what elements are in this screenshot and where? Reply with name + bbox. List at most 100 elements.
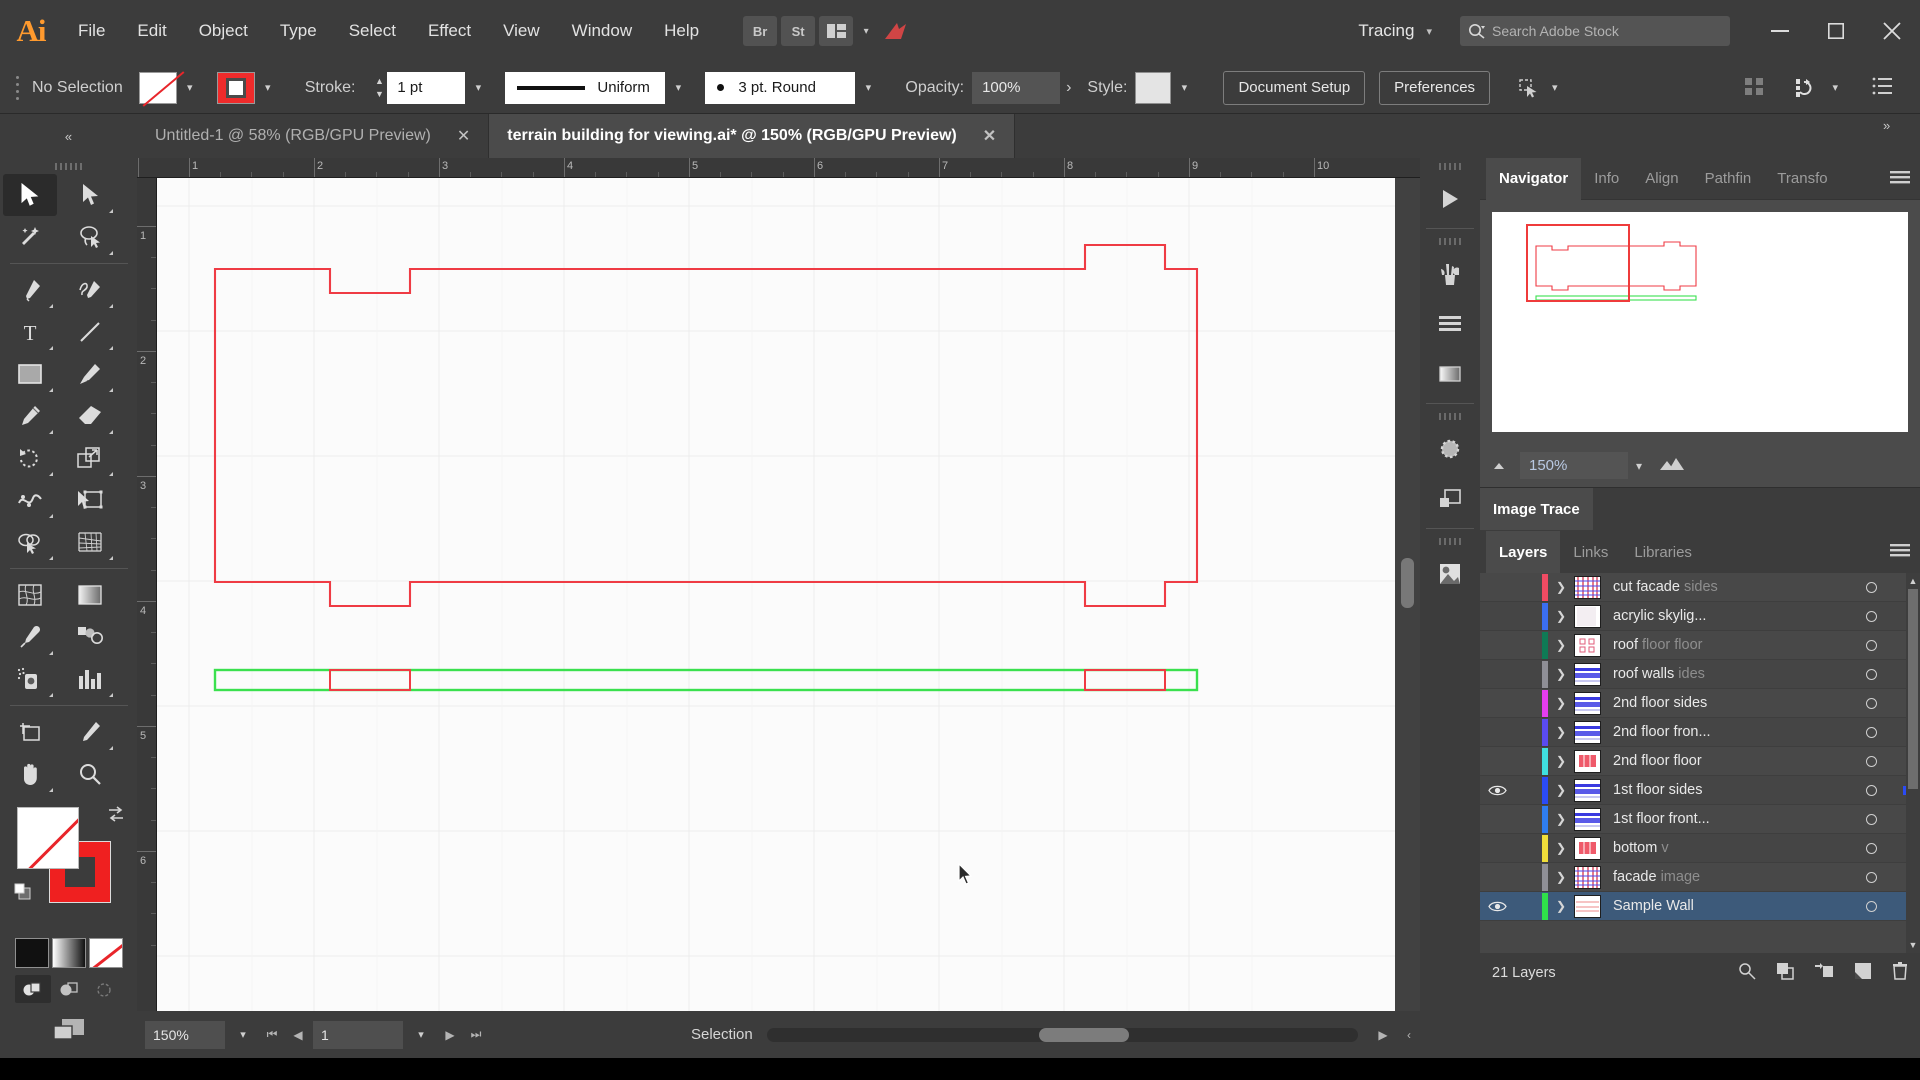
canvas-horizontal-scrollbar[interactable] xyxy=(766,1027,1358,1042)
vertical-ruler[interactable]: 1 2 3 4 5 6 xyxy=(137,178,157,1011)
artboard-number-input[interactable]: 1 xyxy=(313,1020,403,1049)
workspace-switcher[interactable]: Tracing ▾ xyxy=(1344,0,1446,62)
layer-row[interactable]: ❯ 2nd floor fron... xyxy=(1480,718,1920,747)
navigator-thumbnail[interactable] xyxy=(1492,212,1908,432)
align-objects-icon[interactable] xyxy=(1744,76,1766,100)
layer-name-label[interactable]: Sample Wall xyxy=(1601,898,1848,914)
create-new-layer-icon[interactable] xyxy=(1854,962,1872,984)
tab-libraries[interactable]: Libraries xyxy=(1621,531,1705,573)
gradient-tool[interactable] xyxy=(63,574,117,616)
menu-help[interactable]: Help xyxy=(648,0,715,62)
menu-select[interactable]: Select xyxy=(333,0,412,62)
menu-object[interactable]: Object xyxy=(183,0,264,62)
select-similar-objects-icon[interactable] xyxy=(1512,73,1546,103)
layer-target-circle-icon[interactable] xyxy=(1848,581,1894,593)
document-tab-terrain-building[interactable]: terrain building for viewing.ai* @ 150% … xyxy=(489,114,1016,158)
free-transform-tool[interactable] xyxy=(63,479,117,521)
default-fill-stroke-icon[interactable] xyxy=(14,883,34,907)
wall-notch-rect-right[interactable] xyxy=(1084,669,1166,691)
control-bar-menu-icon[interactable] xyxy=(1872,77,1894,99)
stroke-weight-chevron-down-icon[interactable]: ▾ xyxy=(465,72,491,104)
rectangle-tool[interactable] xyxy=(3,353,57,395)
stroke-chevron-down-icon[interactable]: ▾ xyxy=(255,72,281,104)
hand-tool[interactable] xyxy=(3,753,57,795)
first-artboard-button[interactable]: ⏮ xyxy=(261,1021,283,1049)
layer-expand-chevron-icon[interactable]: ❯ xyxy=(1548,580,1574,594)
layer-expand-chevron-icon[interactable]: ❯ xyxy=(1548,841,1574,855)
brush-definition-select[interactable]: 3 pt. Round xyxy=(705,71,856,104)
lasso-tool[interactable] xyxy=(63,216,117,258)
color-button-icon[interactable] xyxy=(14,938,49,968)
rotate-tool[interactable] xyxy=(3,437,57,479)
navigator-zoom-input[interactable]: 150% xyxy=(1520,452,1628,479)
layer-name-label[interactable]: bottom v xyxy=(1601,840,1848,856)
layer-row[interactable]: ❯ acrylic skylig... xyxy=(1480,602,1920,631)
layer-name-label[interactable]: acrylic skylig... xyxy=(1601,608,1848,624)
layer-name-label[interactable]: 2nd floor floor xyxy=(1601,753,1848,769)
fill-chevron-down-icon[interactable]: ▾ xyxy=(177,72,203,104)
wall-notch-rect-left[interactable] xyxy=(329,669,411,691)
layer-name-label[interactable]: cut facade sides xyxy=(1601,579,1848,595)
layer-name-label[interactable]: facade image xyxy=(1601,869,1848,885)
layer-target-circle-icon[interactable] xyxy=(1848,697,1894,709)
menu-view[interactable]: View xyxy=(487,0,556,62)
last-artboard-button[interactable]: ⏭ xyxy=(465,1021,487,1049)
opacity-options-icon[interactable]: › xyxy=(1060,79,1077,97)
layer-row[interactable]: ❯ 1st floor front... xyxy=(1480,805,1920,834)
none-button-icon[interactable] xyxy=(88,938,123,968)
layer-row[interactable]: ❯ 2nd floor floor xyxy=(1480,747,1920,776)
layers-scrollbar[interactable]: ▲ ▼ xyxy=(1906,573,1920,953)
horizontal-ruler[interactable]: 1 2 3 4 5 6 7 8 9 10 xyxy=(137,158,1420,178)
artwork-vector-drawing[interactable] xyxy=(157,178,1395,1011)
layer-expand-chevron-icon[interactable]: ❯ xyxy=(1548,638,1574,652)
shape-builder-tool[interactable] xyxy=(3,521,57,563)
zoom-in-mountain-icon[interactable] xyxy=(1658,455,1686,477)
paragraph-panel-icon[interactable] xyxy=(1420,299,1480,349)
pen-tool[interactable] xyxy=(3,269,57,311)
collapse-right-chevron-icon[interactable]: » xyxy=(1883,118,1890,133)
layer-expand-chevron-icon[interactable]: ❯ xyxy=(1548,754,1574,768)
zoom-level-input[interactable]: 150% xyxy=(145,1020,225,1049)
control-bar-grip[interactable] xyxy=(12,75,22,101)
arrange-documents-icon[interactable] xyxy=(819,16,854,46)
canvas-vertical-scrollbar[interactable] xyxy=(1395,178,1420,1011)
make-clipping-mask-icon[interactable] xyxy=(1776,962,1794,984)
appearance-panel-icon[interactable] xyxy=(1420,424,1480,474)
close-button[interactable] xyxy=(1864,0,1920,62)
building-outline-path[interactable] xyxy=(213,243,1199,608)
layer-row[interactable]: ❯ 1st floor sides xyxy=(1480,776,1920,805)
tab-transform[interactable]: Transfo xyxy=(1764,158,1840,200)
close-icon[interactable]: ✕ xyxy=(457,126,470,146)
stroke-color-swatch[interactable] xyxy=(216,71,255,104)
tab-layers[interactable]: Layers xyxy=(1486,531,1561,573)
layers-list[interactable]: ❯ cut facade sides ❯ acrylic skylig... ❯ roof… xyxy=(1480,573,1920,953)
scale-tool[interactable] xyxy=(63,437,117,479)
eyedropper-tool[interactable] xyxy=(3,616,57,658)
menu-edit[interactable]: Edit xyxy=(121,0,182,62)
layer-name-label[interactable]: 2nd floor fron... xyxy=(1601,724,1848,740)
layer-target-circle-icon[interactable] xyxy=(1848,610,1894,622)
column-graph-tool[interactable] xyxy=(63,658,117,700)
artboard-chevron-down-icon[interactable]: ▾ xyxy=(407,1021,435,1049)
maximize-button[interactable] xyxy=(1808,0,1864,62)
locate-object-icon[interactable] xyxy=(1738,962,1756,984)
layer-visibility-eye-icon[interactable] xyxy=(1480,784,1514,797)
layer-name-label[interactable]: roof walls ides xyxy=(1601,666,1848,682)
draw-behind-icon[interactable] xyxy=(51,975,87,1003)
zoom-out-mountain-icon[interactable] xyxy=(1490,456,1512,476)
adobe-stock-bird-icon[interactable] xyxy=(879,16,913,46)
rail-grip[interactable] xyxy=(1420,158,1480,174)
paintbrush-tool[interactable] xyxy=(63,353,117,395)
tab-image-trace[interactable]: Image Trace xyxy=(1480,488,1593,530)
zoom-tool[interactable] xyxy=(63,753,117,795)
gradient-panel-icon[interactable] xyxy=(1420,349,1480,399)
preferences-button[interactable]: Preferences xyxy=(1379,70,1491,105)
tab-links[interactable]: Links xyxy=(1560,531,1621,573)
navigator-zoom-chevron-down-icon[interactable]: ▾ xyxy=(1636,459,1642,473)
layer-target-circle-icon[interactable] xyxy=(1848,639,1894,651)
layer-target-circle-icon[interactable] xyxy=(1848,813,1894,825)
layer-target-circle-icon[interactable] xyxy=(1848,842,1894,854)
transform-panel-icon[interactable]: ▾ xyxy=(1794,78,1844,98)
width-tool[interactable] xyxy=(3,479,57,521)
tab-navigator[interactable]: Navigator xyxy=(1486,157,1582,200)
